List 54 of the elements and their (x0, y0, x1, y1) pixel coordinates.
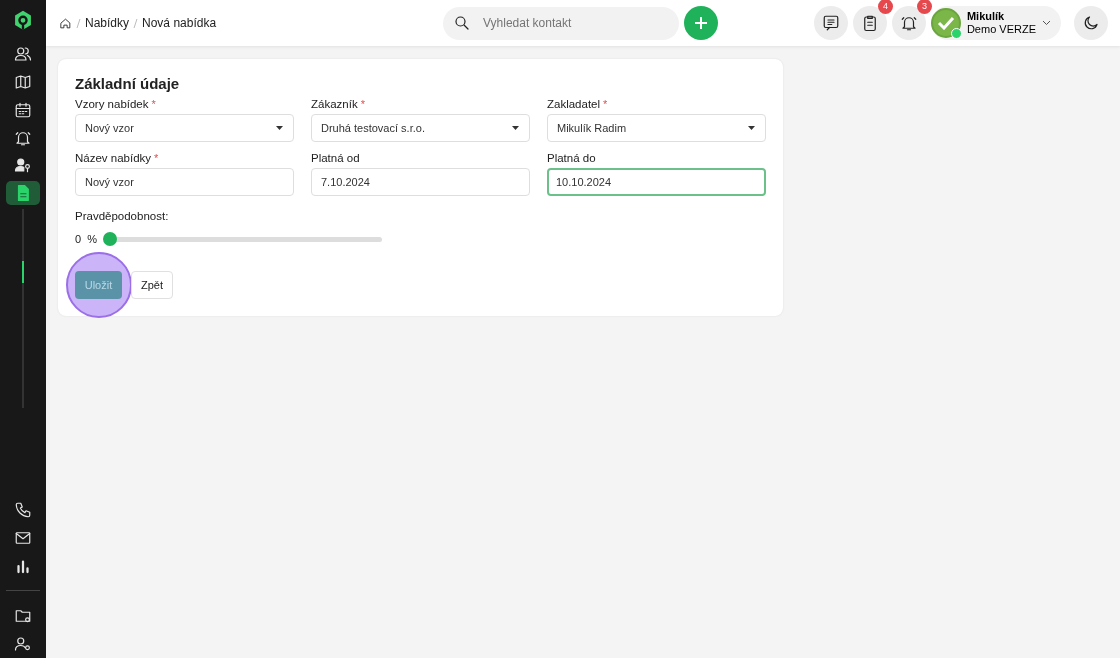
dropdown-value: Nový vzor (85, 122, 134, 134)
users-icon (14, 45, 32, 64)
dropdown-field[interactable]: Nový vzor (75, 114, 294, 142)
caret-icon (748, 126, 755, 130)
user-key-icon (14, 156, 32, 175)
dropdown-field[interactable]: Mikulík Radim (547, 114, 766, 142)
field-label: Název nabídky (75, 152, 152, 164)
plus-icon (694, 16, 708, 30)
dropdown-value: Druhá testovací s.r.o. (321, 122, 425, 134)
notification-badge: 3 (916, 0, 932, 14)
home-icon[interactable] (59, 16, 72, 30)
back-button[interactable]: Zpět (131, 271, 173, 299)
section-title: Základní údaje (75, 75, 181, 92)
text-field[interactable]: 10.10.2024 (547, 168, 766, 196)
bell-icon (899, 14, 918, 32)
breadcrumb-link[interactable]: Nabídky (85, 16, 130, 30)
search-field[interactable]: Vyhledat kontakt (443, 6, 679, 40)
chat-button[interactable] (813, 6, 848, 40)
slider-value: 0 (75, 233, 82, 245)
map-icon (14, 73, 32, 92)
field-label: Platná od (311, 152, 360, 164)
document-nav-item[interactable] (6, 181, 40, 205)
required-mark: * (151, 98, 156, 110)
user-menu[interactable]: Mikulík Demo VERZE (930, 6, 1061, 40)
phone-icon (14, 501, 32, 520)
text-field[interactable]: 7.10.2024 (311, 168, 530, 196)
moon-icon (1082, 14, 1100, 32)
checkmark-icon (936, 16, 955, 30)
user-settings-icon (14, 635, 32, 654)
user-subtitle: Demo VERZE (966, 23, 1036, 36)
theme-toggle-button[interactable] (1074, 6, 1108, 40)
notification-badge: 4 (877, 0, 893, 14)
field-label: Vzory nabídek (75, 98, 149, 110)
user-name: Mikulík (966, 10, 1006, 23)
required-mark: * (603, 98, 608, 110)
field-label: Zákazník (311, 98, 358, 110)
slider-unit: % (87, 233, 97, 245)
slider-thumb[interactable] (102, 232, 117, 246)
required-mark: * (154, 152, 159, 164)
chevron-down-icon (1042, 20, 1051, 26)
text-field[interactable]: Nový vzor (75, 168, 294, 196)
required-mark: * (360, 98, 365, 110)
field-label: Zakladatel (547, 98, 601, 110)
search-icon (453, 14, 471, 32)
field-label: Platná do (547, 152, 596, 164)
chat-icon (821, 14, 840, 32)
add-button[interactable] (684, 6, 718, 40)
search-input[interactable]: Vyhledat kontakt (481, 15, 665, 31)
calendar-icon (14, 100, 32, 119)
dropdown-value: Mikulík Radim (557, 122, 627, 134)
slider-label: Pravděpodobnost: (75, 210, 169, 222)
caret-icon (276, 126, 283, 130)
dropdown-field[interactable]: Druhá testovací s.r.o. (311, 114, 530, 142)
caret-icon (512, 126, 519, 130)
